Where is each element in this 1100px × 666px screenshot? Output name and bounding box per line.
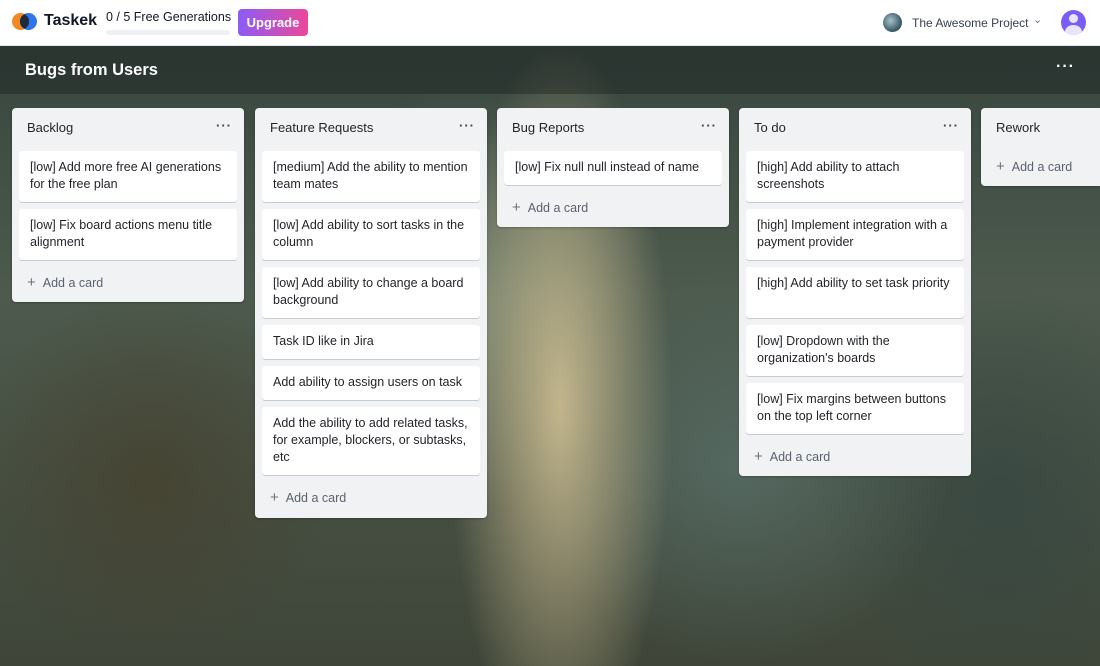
list-to-do: To do ··· [high] Add ability to attach s… xyxy=(739,108,971,476)
task-card[interactable]: [low] Add ability to change a board back… xyxy=(262,267,480,318)
board-menu-more-horizontal-icon[interactable]: ··· xyxy=(1056,58,1075,76)
task-card[interactable]: [medium] Add the ability to mention team… xyxy=(262,151,480,202)
board-canvas: Bugs from Users ··· Backlog ··· [low] Ad… xyxy=(0,46,1100,666)
board-header: Bugs from Users ··· xyxy=(0,46,1100,94)
add-card-button[interactable]: + Add a card xyxy=(27,274,103,291)
list-backlog: Backlog ··· [low] Add more free AI gener… xyxy=(12,108,244,302)
task-card[interactable]: [high] Add ability to set task priority xyxy=(746,267,964,318)
brand-name[interactable]: Taskek xyxy=(44,12,97,30)
list-title[interactable]: To do xyxy=(754,120,786,135)
list-title[interactable]: Bug Reports xyxy=(512,120,584,135)
generations-progress-bar xyxy=(106,30,230,35)
task-card[interactable]: [low] Fix null null instead of name xyxy=(504,151,722,185)
list-title[interactable]: Backlog xyxy=(27,120,73,135)
board-title[interactable]: Bugs from Users xyxy=(25,61,158,80)
upgrade-button[interactable]: Upgrade xyxy=(238,9,308,36)
taskek-logo-icon[interactable] xyxy=(12,11,38,33)
list-title[interactable]: Rework xyxy=(996,120,1040,135)
task-card[interactable]: [low] Add more free AI generations for t… xyxy=(19,151,237,202)
more-horizontal-icon[interactable]: ··· xyxy=(216,118,232,133)
task-card[interactable]: [low] Add ability to sort tasks in the c… xyxy=(262,209,480,260)
plus-icon: + xyxy=(27,274,36,291)
more-horizontal-icon[interactable]: ··· xyxy=(701,118,717,133)
list-feature-requests: Feature Requests ··· [medium] Add the ab… xyxy=(255,108,487,518)
add-card-button[interactable]: + Add a card xyxy=(270,489,346,506)
task-card[interactable]: [high] Add ability to attach screenshots xyxy=(746,151,964,202)
project-selector[interactable]: The Awesome Project xyxy=(912,16,1029,30)
top-bar: Taskek 0 / 5 Free Generations Upgrade Th… xyxy=(0,0,1100,46)
more-horizontal-icon[interactable]: ··· xyxy=(459,118,475,133)
project-avatar-icon[interactable] xyxy=(883,13,902,32)
plus-icon: + xyxy=(270,489,279,506)
task-card[interactable]: Add ability to assign users on task xyxy=(262,366,480,400)
task-card[interactable]: [high] Implement integration with a paym… xyxy=(746,209,964,260)
task-card[interactable]: Add the ability to add related tasks, fo… xyxy=(262,407,480,475)
task-card[interactable]: [low] Fix margins between buttons on the… xyxy=(746,383,964,434)
chevron-down-icon[interactable]: ⌄ xyxy=(1033,13,1042,26)
list-title[interactable]: Feature Requests xyxy=(270,120,373,135)
plus-icon: + xyxy=(754,448,763,465)
task-card[interactable]: [low] Dropdown with the organization's b… xyxy=(746,325,964,376)
add-card-button[interactable]: + Add a card xyxy=(996,158,1072,175)
task-card[interactable]: [low] Fix board actions menu title align… xyxy=(19,209,237,260)
add-card-button[interactable]: + Add a card xyxy=(754,448,830,465)
list-rework: Rework + Add a card xyxy=(981,108,1100,186)
plus-icon: + xyxy=(512,199,521,216)
task-card[interactable]: Task ID like in Jira xyxy=(262,325,480,359)
free-generations-counter: 0 / 5 Free Generations xyxy=(106,10,232,24)
add-card-button[interactable]: + Add a card xyxy=(512,199,588,216)
user-avatar-icon[interactable] xyxy=(1061,10,1086,35)
more-horizontal-icon[interactable]: ··· xyxy=(943,118,959,133)
plus-icon: + xyxy=(996,158,1005,175)
list-bug-reports: Bug Reports ··· [low] Fix null null inst… xyxy=(497,108,729,227)
